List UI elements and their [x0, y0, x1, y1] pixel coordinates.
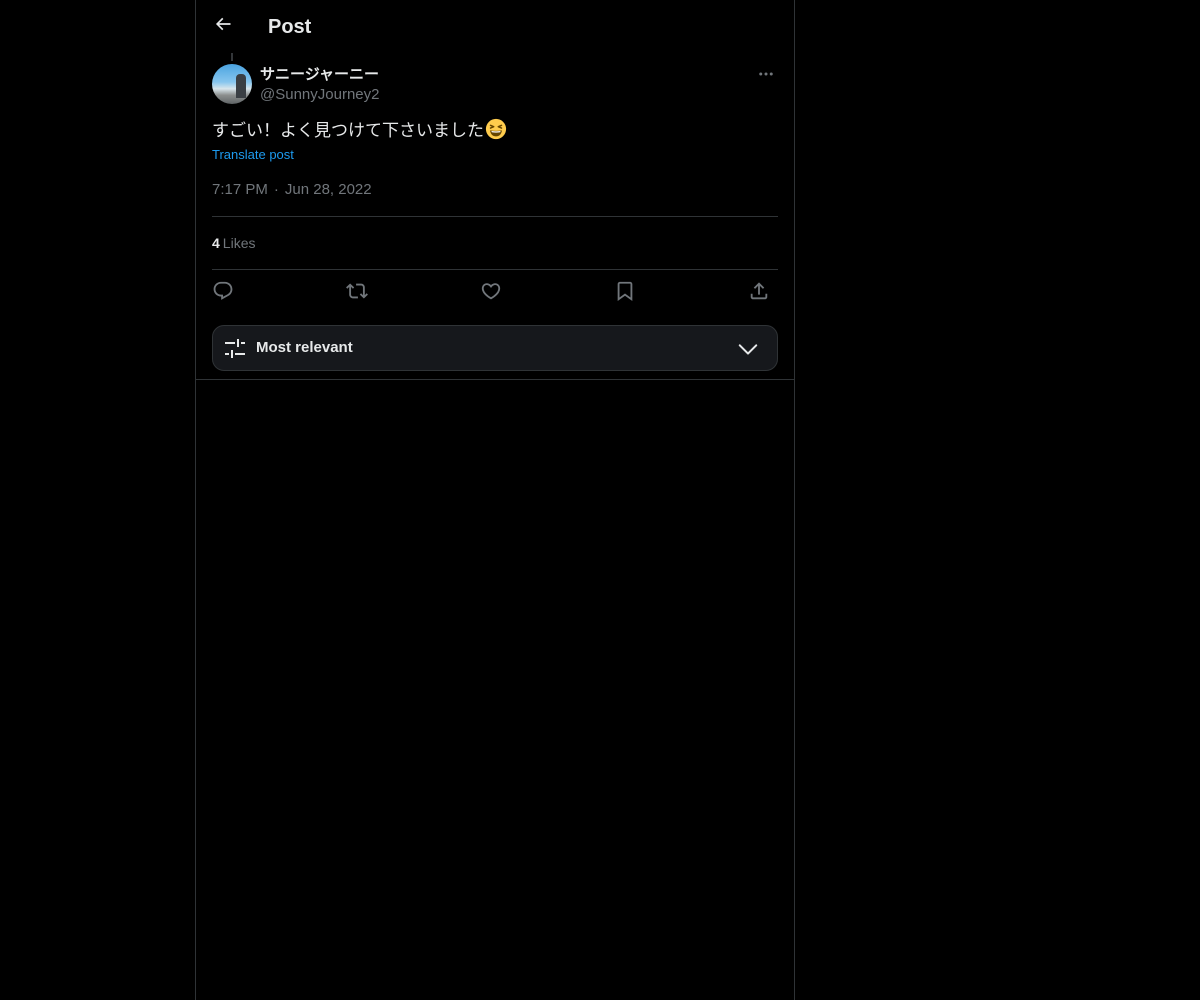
divider — [212, 269, 778, 270]
meta-separator: · — [273, 181, 279, 198]
sort-label: Most relevant — [256, 339, 353, 356]
page-header: Post — [196, 0, 794, 53]
post-text: すごい！よく見つけて下さいました — [212, 118, 507, 144]
sliders-icon — [223, 337, 247, 361]
post-time: 7:17 PM — [212, 181, 268, 198]
back-button[interactable] — [206, 9, 240, 43]
thread-connector-line — [231, 53, 233, 61]
sort-replies-dropdown[interactable]: Most relevant — [212, 325, 778, 371]
author-name[interactable]: サニージャーニー — [260, 65, 379, 85]
more-icon — [757, 65, 775, 88]
like-button[interactable] — [476, 280, 506, 306]
chevron-down-icon — [737, 338, 759, 360]
reply-icon — [212, 280, 234, 307]
divider — [196, 379, 794, 380]
grinning-squinting-face-emoji-icon — [485, 118, 507, 140]
more-options-button[interactable] — [754, 64, 778, 88]
post-date: Jun 28, 2022 — [284, 181, 372, 198]
arrow-left-icon — [213, 14, 233, 39]
post-text-content: すごい！よく見つけて下さいました — [212, 121, 484, 141]
page-title: Post — [268, 16, 312, 38]
likes-count: 4 — [212, 235, 220, 251]
post-actions-bar — [212, 280, 778, 306]
main-column: Post サニージャーニー @SunnyJourney2 すごい！よく見つけて下… — [195, 0, 795, 1000]
reply-button[interactable] — [208, 280, 238, 306]
share-button[interactable] — [744, 280, 774, 306]
translate-post-link[interactable]: Translate post — [212, 146, 294, 164]
repost-button[interactable] — [342, 280, 372, 306]
bookmark-button[interactable] — [610, 280, 640, 306]
share-icon — [748, 280, 770, 307]
avatar[interactable] — [212, 64, 252, 104]
bookmark-icon — [614, 280, 636, 307]
author-handle[interactable]: @SunnyJourney2 — [260, 85, 379, 105]
heart-icon — [480, 280, 502, 307]
repost-icon — [346, 280, 368, 307]
likes-label: Likes — [222, 235, 256, 251]
divider — [212, 216, 778, 217]
likes-stat[interactable]: 4 Likes — [212, 233, 255, 253]
post-timestamp[interactable]: 7:17 PM · Jun 28, 2022 — [212, 180, 372, 200]
